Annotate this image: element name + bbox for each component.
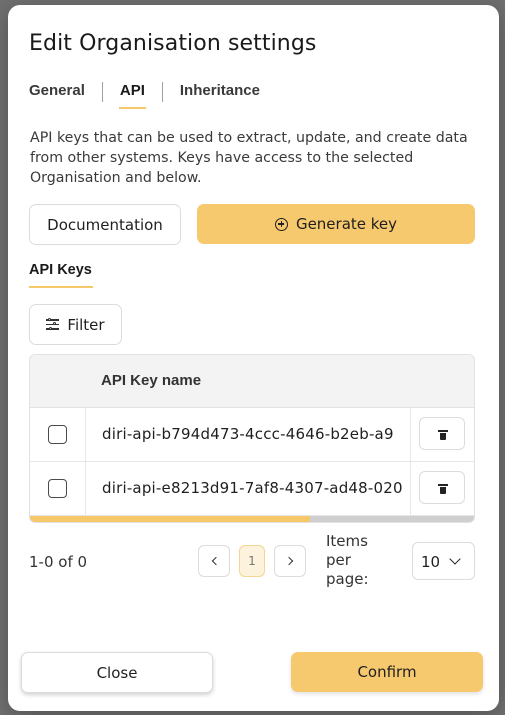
tab-general[interactable]: General: [29, 82, 85, 103]
checkbox-cell: [30, 408, 86, 461]
items-per-page-select[interactable]: 10: [412, 542, 475, 580]
table-row: diri-api-e8213d91-7af8-4307-ad48-020: [30, 462, 474, 516]
key-name: diri-api-b794d473-4ccc-4646-b2eb-a9: [102, 425, 394, 443]
trash-icon: [438, 484, 448, 494]
tab-divider: [101, 82, 103, 102]
row-checkbox[interactable]: [48, 479, 67, 498]
key-name-cell: diri-api-b794d473-4ccc-4646-b2eb-a9: [86, 408, 411, 461]
api-keys-underline: [29, 286, 93, 288]
items-per-page-value: 10: [421, 553, 441, 571]
key-name: diri-api-e8213d91-7af8-4307-ad48-020: [102, 479, 403, 497]
chevron-down-icon: [449, 553, 461, 565]
filter-button[interactable]: Filter: [29, 304, 122, 345]
chevron-right-icon: [284, 556, 293, 566]
documentation-button[interactable]: Documentation: [29, 204, 181, 245]
dialog-title: Edit Organisation settings: [29, 31, 317, 56]
sliders-icon: [46, 317, 60, 330]
tab-api[interactable]: API: [118, 82, 146, 109]
tab-bar: General API Inheritance: [29, 79, 260, 109]
previous-page-button[interactable]: [198, 545, 230, 577]
api-description: API keys that can be used to extract, up…: [30, 130, 468, 186]
filter-label: Filter: [67, 315, 105, 334]
confirm-button[interactable]: Confirm: [291, 652, 483, 692]
scrollbar-thumb[interactable]: [30, 516, 310, 522]
close-button[interactable]: Close: [21, 652, 213, 693]
generate-key-label: Generate key: [295, 215, 398, 233]
api-keys-heading: API Keys: [29, 262, 92, 278]
edit-organisation-dialog: Edit Organisation settings General API I…: [8, 5, 499, 711]
key-name-cell: diri-api-e8213d91-7af8-4307-ad48-020: [86, 462, 411, 515]
checkbox-cell: [30, 462, 86, 515]
trash-icon: [438, 430, 448, 440]
chevron-left-icon: [211, 556, 220, 566]
column-header-api-key-name: API Key name: [101, 372, 202, 389]
plus-circle-icon: [274, 217, 288, 231]
generate-key-button[interactable]: Generate key: [197, 204, 475, 244]
table-row: diri-api-b794d473-4ccc-4646-b2eb-a9: [30, 408, 474, 462]
horizontal-scrollbar[interactable]: [30, 516, 474, 522]
items-per-page-label: Items per page:: [326, 532, 369, 588]
row-checkbox[interactable]: [48, 425, 67, 444]
page-1-button[interactable]: 1: [239, 545, 265, 577]
tab-inheritance[interactable]: Inheritance: [180, 82, 260, 103]
pagination-range: 1-0 of 0: [29, 553, 88, 571]
table-header: API Key name: [30, 355, 474, 408]
delete-key-button[interactable]: [419, 471, 465, 504]
api-keys-table: API Key name diri-api-b794d473-4ccc-4646…: [29, 354, 475, 523]
tab-divider: [161, 82, 163, 102]
delete-key-button[interactable]: [419, 417, 465, 450]
next-page-button[interactable]: [274, 545, 306, 577]
